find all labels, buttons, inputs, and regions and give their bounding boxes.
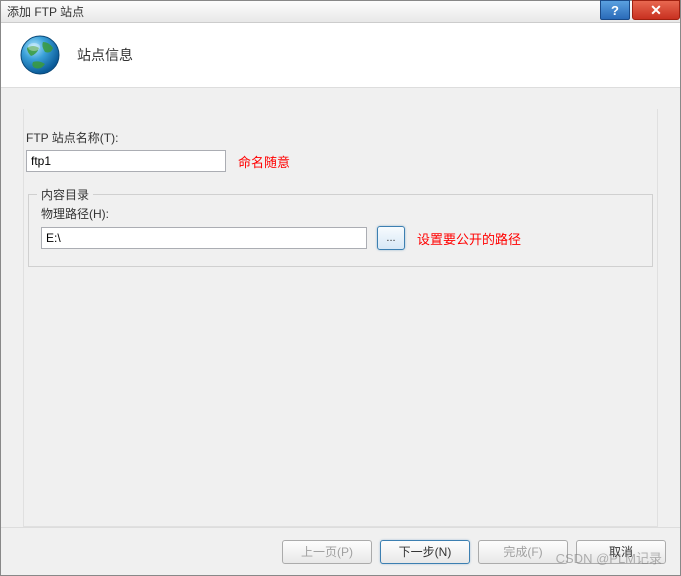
form-panel: FTP 站点名称(T): 命名随意 内容目录 物理路径(H): ... 设置要公… [23, 109, 658, 527]
content-directory-legend: 内容目录 [37, 186, 93, 203]
cancel-button[interactable]: 取消 [576, 540, 666, 564]
previous-button: 上一页(P) [282, 540, 372, 564]
site-name-label: FTP 站点名称(T): [26, 129, 655, 146]
dialog-window: 添加 FTP 站点 ? ✕ 站点信息 [0, 0, 681, 576]
wizard-header: 站点信息 [1, 23, 680, 88]
globe-icon [19, 34, 61, 76]
site-name-annotation: 命名随意 [238, 152, 290, 171]
browse-button[interactable]: ... [377, 226, 405, 250]
content-directory-fieldset: 内容目录 物理路径(H): ... 设置要公开的路径 [28, 194, 653, 267]
close-button[interactable]: ✕ [632, 0, 680, 20]
page-title: 站点信息 [77, 45, 133, 65]
site-name-field: FTP 站点名称(T): 命名随意 [26, 129, 655, 172]
help-button[interactable]: ? [600, 0, 630, 20]
wizard-content: FTP 站点名称(T): 命名随意 内容目录 物理路径(H): ... 设置要公… [1, 89, 680, 527]
next-button[interactable]: 下一步(N) [380, 540, 470, 564]
titlebar: 添加 FTP 站点 ? ✕ [1, 1, 680, 23]
physical-path-label: 物理路径(H): [41, 205, 640, 222]
site-name-input[interactable] [26, 150, 226, 172]
path-annotation: 设置要公开的路径 [417, 229, 521, 248]
finish-button: 完成(F) [478, 540, 568, 564]
wizard-footer: 上一页(P) 下一步(N) 完成(F) 取消 [1, 527, 680, 575]
window-controls: ? ✕ [600, 0, 680, 20]
window-title: 添加 FTP 站点 [7, 3, 84, 20]
physical-path-input[interactable] [41, 227, 367, 249]
